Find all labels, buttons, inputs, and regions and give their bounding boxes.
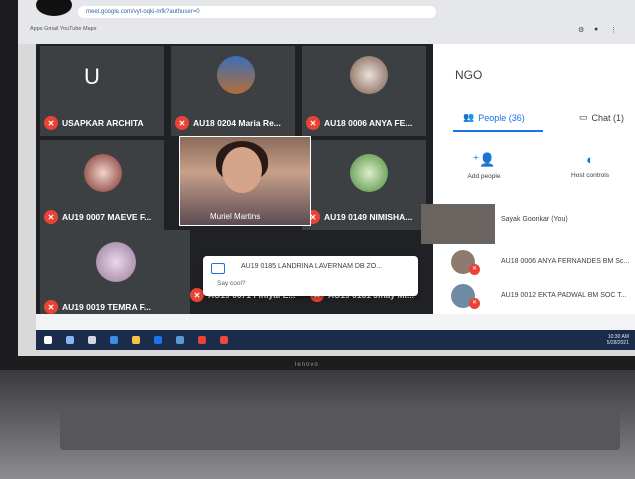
profile-icon[interactable]: ● (594, 26, 598, 33)
host-controls-button[interactable]: ◐ Host controls (555, 152, 625, 179)
folder-icon[interactable] (132, 336, 140, 344)
participant-tile[interactable]: ✕ AU18 0204 Maria Re... (171, 46, 295, 136)
avatar (350, 56, 388, 94)
store-icon[interactable] (154, 336, 162, 344)
toggle-icon: ◐ (586, 152, 594, 167)
mic-off-icon: ✕ (469, 264, 480, 275)
spotlight-video[interactable]: Muriel Martins (179, 136, 311, 226)
participant-tile[interactable]: U ✕ USAPKAR ARCHITA (40, 46, 164, 136)
mic-off-icon: ✕ (44, 116, 58, 130)
mail-icon[interactable] (176, 336, 184, 344)
mic-off-icon: ✕ (306, 116, 320, 130)
participant-tile[interactable]: ✕ AU19 0019 TEMRA F... (40, 230, 190, 320)
participant-name: ✕ AU19 0019 TEMRA F... (44, 300, 151, 314)
add-people-button[interactable]: ⁺👤 Add people (449, 152, 519, 180)
mic-off-icon: ✕ (44, 210, 58, 224)
participant-name: ✕ USAPKAR ARCHITA (44, 116, 144, 130)
participant-tile[interactable]: ✕ AU18 0006 ANYA FE... (302, 46, 426, 136)
video-face (222, 147, 262, 193)
menu-icon[interactable]: ⋮ (610, 26, 617, 34)
chat-icon (211, 263, 225, 274)
notification-subtext: Say cool? (217, 280, 246, 287)
mic-off-icon: ✕ (175, 116, 189, 130)
notification-message: AU19 0185 LANDRINA LAVERNAM DB ZO... (241, 263, 383, 270)
avatar (96, 242, 136, 282)
avatar (84, 154, 122, 192)
laptop-screen: meet.google.com/vyt-oqki-mfk?authuser=0 … (18, 0, 635, 356)
chrome-icon[interactable] (198, 336, 206, 344)
laptop-hinge (60, 410, 620, 450)
tab-chat[interactable]: ▭ Chat (1) (579, 112, 624, 123)
participant-name: ✕ AU19 0007 MAEVE F... (44, 210, 151, 224)
person-name: Sayak Goonkar (You) (501, 216, 568, 223)
chat-notification[interactable]: AU19 0185 LANDRINA LAVERNAM DB ZO... Say… (203, 256, 418, 296)
people-list-item[interactable]: ✕ AU19 0012 EKTA PADWAL BM SOC T... (433, 280, 635, 314)
spotlight-name: Muriel Martins (210, 212, 261, 221)
avatar-letter: U (84, 64, 100, 89)
mic-off-icon: ✕ (190, 288, 204, 302)
taskbar-clock[interactable]: 10:30 AM 5/28/2021 (607, 334, 629, 346)
address-bar[interactable]: meet.google.com/vyt-oqki-mfk?authuser=0 (78, 6, 436, 18)
avatar (350, 154, 388, 192)
people-list-item[interactable]: Sayak Goonkar (You) (433, 204, 635, 238)
people-list-item[interactable]: ✕ AU18 0006 ANYA FERNANDES BM Sc... (433, 246, 635, 280)
browser-chrome: meet.google.com/vyt-oqki-mfk?authuser=0 … (18, 0, 635, 44)
laptop-brand-logo: lenovo (295, 362, 319, 368)
bookmarks-bar[interactable]: Apps Gmail YouTube Maps (30, 26, 96, 32)
edge-icon[interactable] (110, 336, 118, 344)
mic-off-icon: ✕ (44, 300, 58, 314)
participant-name: ✕ AU18 0204 Maria Re... (175, 116, 281, 130)
search-icon[interactable] (66, 336, 74, 344)
extensions-icon[interactable]: ⚙ (578, 26, 584, 34)
side-panel: NGO 👥 People (36) ▭ Chat (1) ⁺👤 Add peop… (421, 44, 635, 314)
browser-status-row (36, 314, 635, 330)
add-person-icon: ⁺👤 (472, 152, 496, 167)
start-icon[interactable] (44, 336, 52, 344)
panel-title: NGO (455, 68, 483, 82)
participant-name: ✕ AU19 0149 NIMISHA... (306, 210, 412, 224)
participant-tile[interactable]: ✕ AU19 0149 NIMISHA... (302, 140, 426, 230)
task-view-icon[interactable] (88, 336, 96, 344)
tab-people[interactable]: 👥 People (36) (463, 112, 525, 123)
participant-name: ✕ AU18 0006 ANYA FE... (306, 116, 412, 130)
person-name: AU19 0012 EKTA PADWAL BM SOC T... (501, 292, 627, 299)
active-tab-indicator (453, 130, 543, 132)
app-icon[interactable] (220, 336, 228, 344)
people-icon: 👥 (463, 112, 475, 122)
participant-tile[interactable]: ✕ AU19 0007 MAEVE F... (40, 140, 164, 230)
person-name: AU18 0006 ANYA FERNANDES BM Sc... (501, 258, 630, 265)
webcam-ring-icon (36, 0, 72, 16)
avatar (217, 56, 255, 94)
chat-icon: ▭ (579, 112, 588, 122)
mic-off-icon: ✕ (469, 298, 480, 309)
windows-taskbar: 10:30 AM 5/28/2021 (36, 330, 635, 350)
